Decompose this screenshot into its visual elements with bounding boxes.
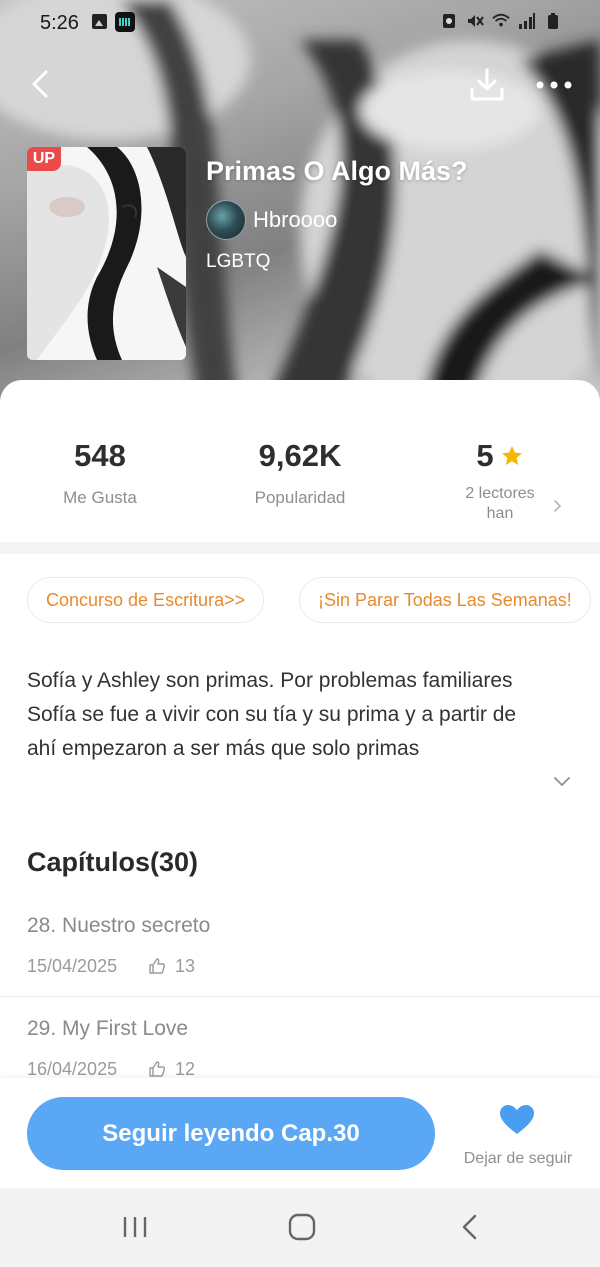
- cover-illustration: [27, 147, 186, 360]
- chapter-title: 28. Nuestro secreto: [27, 914, 211, 937]
- popularity-stat: 9,62K Popularidad: [200, 438, 400, 508]
- chapter-date: 15/04/2025: [27, 956, 118, 976]
- rating-value: 5: [476, 438, 494, 473]
- update-badge: UP: [27, 147, 61, 171]
- signal-icon: [519, 13, 535, 29]
- likes-label: Me Gusta: [63, 488, 137, 507]
- likes-count: 548: [74, 438, 126, 473]
- home-icon[interactable]: [287, 1212, 317, 1242]
- author-avatar[interactable]: [206, 200, 246, 240]
- download-icon[interactable]: [468, 66, 506, 104]
- chapter-row[interactable]: 28. Nuestro secreto 15/04/2025 13: [0, 914, 600, 1014]
- genre-label[interactable]: LGBTQ: [206, 251, 270, 273]
- popularity-label: Popularidad: [254, 488, 346, 507]
- popularity-count: 9,62K: [258, 438, 342, 473]
- stats-card: 548 Me Gusta 9,62K Popularidad 5 2 lecto…: [0, 380, 600, 540]
- chapter-likes: 13: [175, 956, 196, 976]
- wifi-icon: [492, 13, 510, 27]
- audio-app-icon: [115, 12, 135, 32]
- chapter-likes: 12: [175, 1059, 196, 1079]
- chapter-date: 16/04/2025: [27, 1059, 118, 1079]
- status-bar: 5:26: [0, 0, 600, 48]
- chevron-down-icon[interactable]: [552, 774, 572, 788]
- star-icon: [501, 446, 522, 465]
- mute-icon: [468, 15, 484, 27]
- section-divider: [0, 542, 600, 554]
- chapter-title: 29. My First Love: [27, 1017, 189, 1040]
- battery-icon: [548, 13, 558, 29]
- chapters-heading: Capítulos(30): [27, 847, 199, 877]
- chevron-left-icon[interactable]: [24, 66, 60, 102]
- tag-nonstop-weekly[interactable]: ¡Sin Parar Todas Las Semanas!: [299, 577, 591, 623]
- top-nav: [0, 60, 600, 110]
- continue-reading-button[interactable]: Seguir leyendo Cap.30: [27, 1097, 435, 1170]
- hero-banner: 5:26 UP Primas O Algo Más? Hbroooo LGBTQ: [0, 0, 600, 420]
- likes-stat: 548 Me Gusta: [0, 438, 200, 508]
- unfollow-button[interactable]: Dejar de seguir: [448, 1150, 588, 1168]
- rating-label: 2 lectores han: [465, 485, 535, 522]
- recent-apps-icon[interactable]: [120, 1212, 150, 1242]
- back-nav-icon[interactable]: [456, 1212, 486, 1242]
- synopsis-text: Sofía y Ashley son primas. Por problemas…: [27, 669, 517, 760]
- book-cover[interactable]: [27, 147, 186, 360]
- heart-icon[interactable]: [499, 1104, 535, 1136]
- tag-writing-contest[interactable]: Concurso de Escritura>>: [27, 577, 265, 623]
- rating-stat[interactable]: 5 2 lectores han: [400, 438, 600, 524]
- thumbs-up-icon: [149, 1061, 166, 1077]
- row-divider: [0, 996, 600, 997]
- system-nav-bar: [0, 1188, 600, 1267]
- status-time: 5:26: [40, 12, 79, 34]
- thumbs-up-icon: [149, 958, 166, 974]
- bottom-action-bar: Seguir leyendo Cap.30 Dejar de seguir: [0, 1078, 600, 1188]
- gallery-icon: [92, 14, 107, 29]
- more-dots-icon[interactable]: [532, 68, 576, 102]
- chevron-right-icon[interactable]: [553, 498, 563, 514]
- book-title: Primas O Algo Más?: [206, 156, 468, 186]
- author-name[interactable]: Hbroooo: [253, 207, 337, 233]
- alarm-icon: [443, 14, 455, 28]
